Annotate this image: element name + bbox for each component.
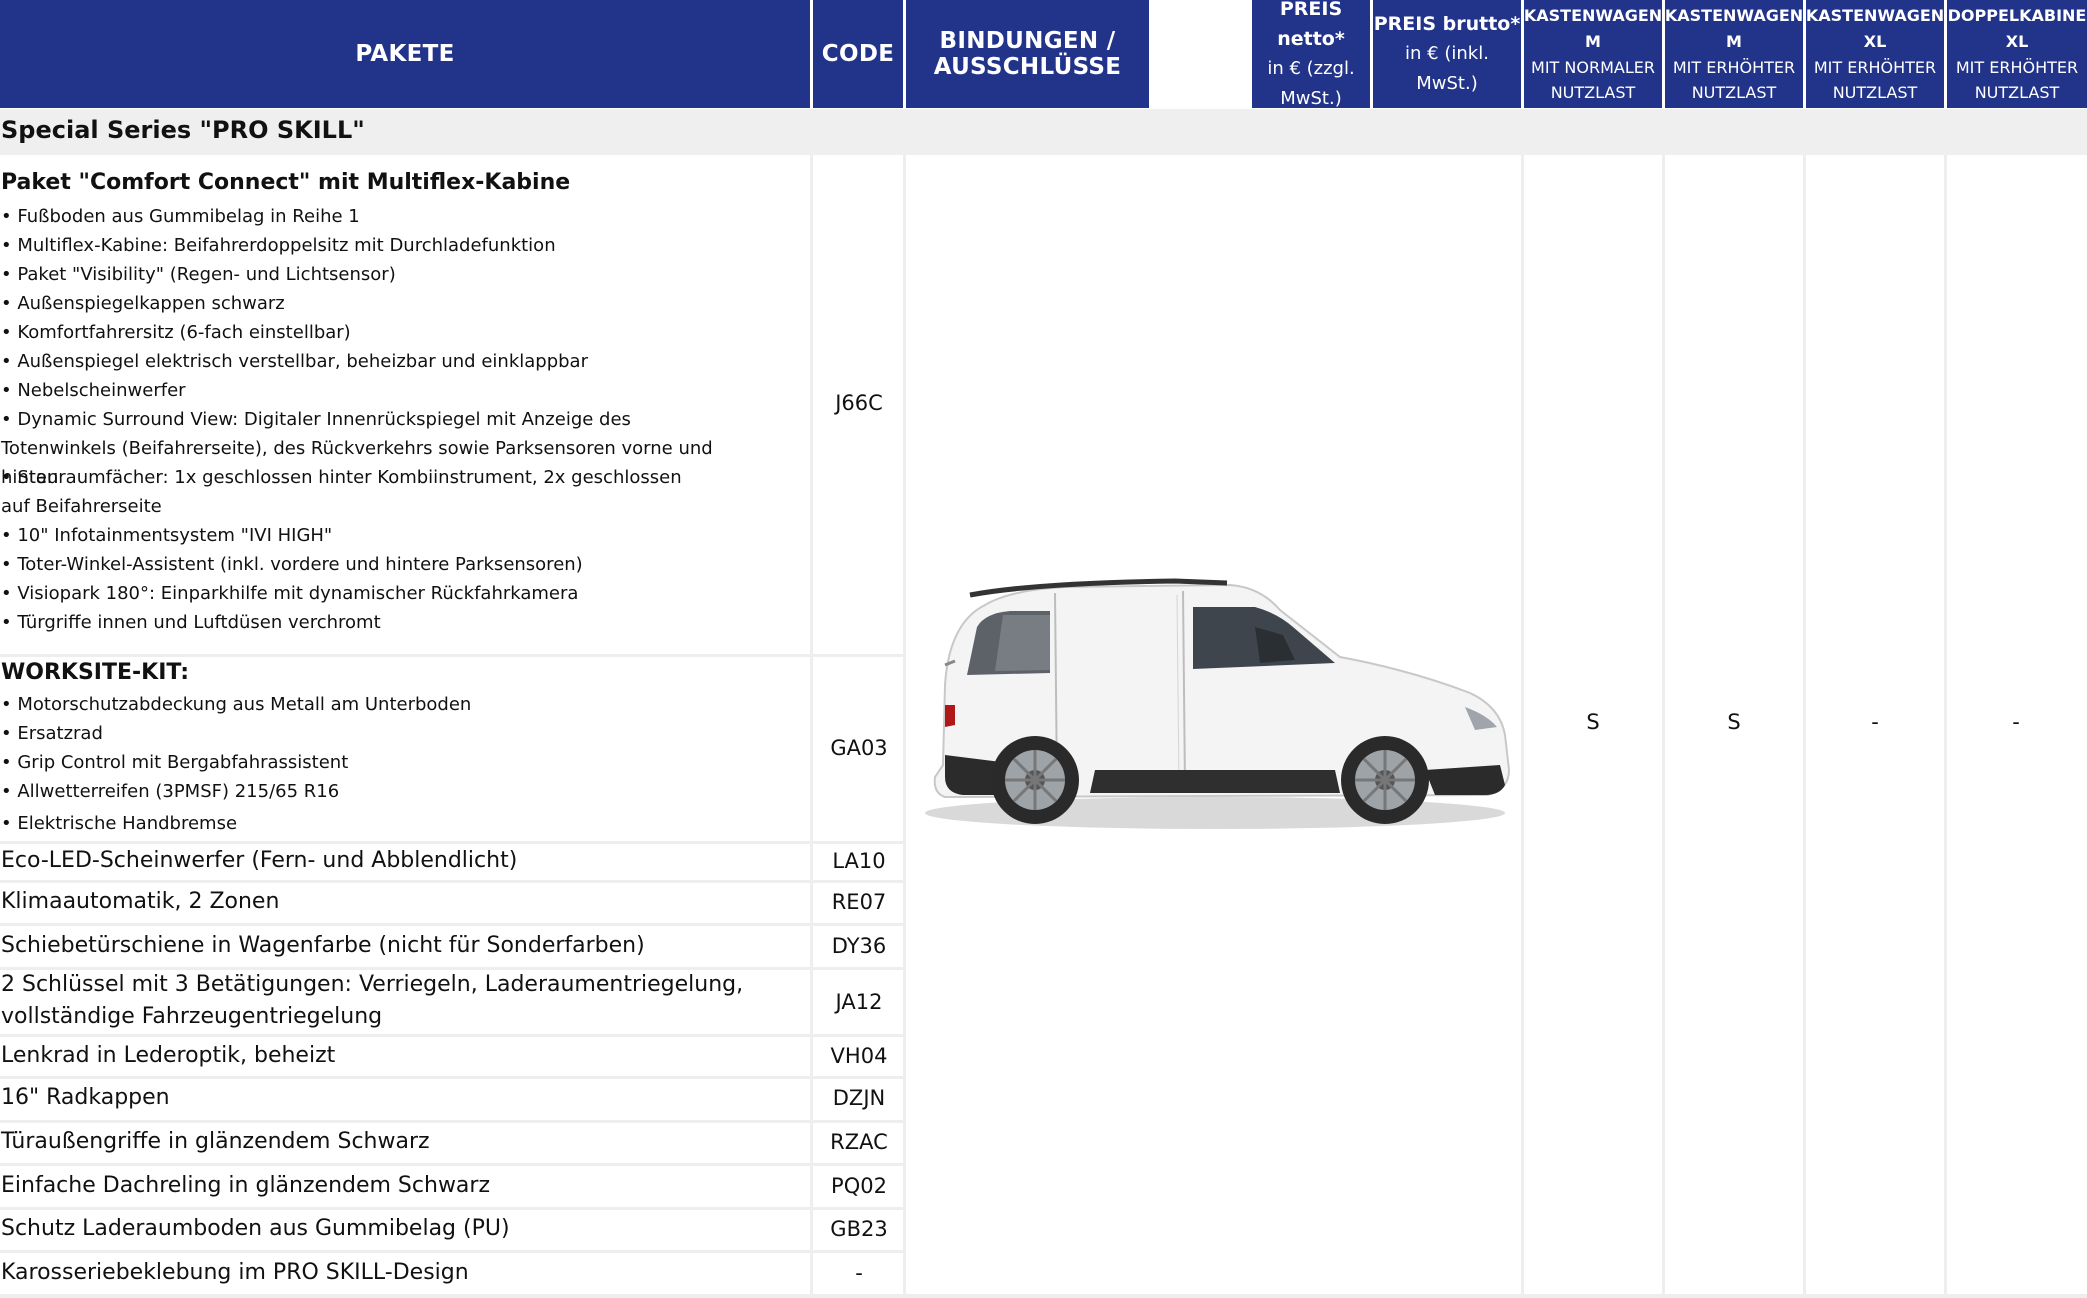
list-item: • Außenspiegel elektrisch verstellbar, b… <box>1 351 588 372</box>
header-bindungen: BINDUNGEN / AUSSCHLÜSSE <box>906 0 1149 108</box>
availability-variant-1: S <box>1586 710 1600 734</box>
availability-variant-3: - <box>1871 710 1879 734</box>
list-item: • Paket "Visibility" (Regen- und Lichtse… <box>1 264 396 285</box>
table-row-code: DY36 <box>831 934 887 958</box>
table-row-label: Lenkrad in Lederoptik, beheizt <box>1 1043 336 1068</box>
list-item: • Nebelscheinwerfer <box>1 380 186 401</box>
preis-brutto-title: PREIS brutto* <box>1373 13 1521 35</box>
row-divider <box>0 1250 904 1253</box>
list-item: • 10" Infotainmentsystem "IVI HIGH" <box>1 525 333 546</box>
variant-2-line3: MIT ERHÖHTER <box>1672 58 1796 77</box>
availability-variant-2: S <box>1727 710 1741 734</box>
package-comfort-title: Paket "Comfort Connect" mit Multiflex-Ka… <box>1 170 571 195</box>
row-divider <box>0 1034 904 1037</box>
table-row-code: - <box>855 1261 863 1285</box>
table-row-label: 2 Schlüssel mit 3 Betätigungen: Verriege… <box>1 972 744 1029</box>
table-bottom-border <box>0 1294 2087 1298</box>
variant-3-line4: NUTZLAST <box>1832 83 1918 102</box>
list-item: • Grip Control mit Bergabfahrassistent <box>1 752 349 773</box>
preis-netto-line1: in € (zzgl. <box>1267 58 1355 79</box>
variant-3-line3: MIT ERHÖHTER <box>1813 58 1937 77</box>
variant-3-line2: XL <box>1863 32 1887 51</box>
list-item: • Fußboden aus Gummibelag in Reihe 1 <box>1 206 360 227</box>
table-row-code: JA12 <box>835 990 883 1014</box>
section-title: Special Series "PRO SKILL" <box>1 116 365 144</box>
van-image <box>925 578 1511 829</box>
table-row-label: 16" Radkappen <box>1 1085 170 1110</box>
table-row-code: GB23 <box>830 1217 888 1241</box>
list-item: • Multiflex-Kabine: Beifahrerdoppelsitz … <box>1 235 556 256</box>
list-item: • Dynamic Surround View: Digitaler Innen… <box>1 409 713 488</box>
header-pakete-label: PAKETE <box>355 41 455 67</box>
header-code-label: CODE <box>821 41 895 67</box>
header-variant-3: KASTENWAGEN XL MIT ERHÖHTER NUTZLAST <box>1806 0 1944 108</box>
variant-1-line3: MIT NORMALER <box>1531 58 1655 77</box>
table-row-label: Karosseriebeklebung im PRO SKILL-Design <box>1 1260 469 1285</box>
table-row-label: Schiebetürschiene in Wagenfarbe (nicht f… <box>1 933 645 958</box>
list-item: • Visiopark 180°: Einparkhilfe mit dynam… <box>1 583 579 604</box>
grid-line <box>903 155 906 1298</box>
preis-netto-title: PREIS netto* <box>1277 0 1345 50</box>
row-divider <box>0 880 904 883</box>
variant-1-line1: KASTENWAGEN <box>1523 6 1663 25</box>
package-worksite-items: • Motorschutzabdeckung aus Metall am Unt… <box>1 690 811 838</box>
header-preis-brutto: PREIS brutto* in € (inkl. MwSt.) <box>1373 0 1521 108</box>
table-row-label: Türaußengriffe in glänzendem Schwarz <box>1 1129 430 1154</box>
header-variant-4: DOPPELKABINE XL MIT ERHÖHTER NUTZLAST <box>1947 0 2087 108</box>
variant-1-line4: NUTZLAST <box>1550 83 1636 102</box>
variant-4-line4: NUTZLAST <box>1974 83 2060 102</box>
header-variant-1: KASTENWAGEN M MIT NORMALER NUTZLAST <box>1524 0 1662 108</box>
list-item: • Motorschutzabdeckung aus Metall am Unt… <box>1 694 472 715</box>
list-item: • Ersatzrad <box>1 723 103 744</box>
row-divider <box>0 1120 904 1123</box>
variant-2-line4: NUTZLAST <box>1691 83 1777 102</box>
table-row-label: Schutz Laderaumboden aus Gummibelag (PU) <box>1 1216 510 1241</box>
row-divider <box>0 841 904 844</box>
row-divider <box>0 654 904 657</box>
variant-3-line1: KASTENWAGEN <box>1805 6 1945 25</box>
variant-4-line2: XL <box>2005 32 2029 51</box>
table-row-code: PQ02 <box>831 1174 887 1198</box>
table-row-code: RZAC <box>830 1130 888 1154</box>
row-divider <box>0 1163 904 1166</box>
list-item: • Elektrische Handbremse <box>1 813 238 834</box>
preis-brutto-line1: in € (inkl. <box>1405 43 1489 64</box>
header-code: CODE <box>813 0 903 108</box>
table-row-code: VH04 <box>830 1044 888 1068</box>
variant-2-line2: M <box>1726 32 1742 51</box>
variant-4-line1: DOPPELKABINE <box>1947 6 2087 25</box>
preis-brutto-line2: MwSt.) <box>1416 73 1478 94</box>
variant-4-line3: MIT ERHÖHTER <box>1955 58 2079 77</box>
row-divider <box>0 1207 904 1210</box>
package-worksite-title: WORKSITE-KIT: <box>1 660 189 685</box>
variant-1-line2: M <box>1585 32 1601 51</box>
table-row-code: DZJN <box>832 1086 886 1110</box>
list-item: • Außenspiegelkappen schwarz <box>1 293 285 314</box>
header-bindungen-label: BINDUNGEN / AUSSCHLÜSSE <box>933 28 1122 80</box>
header-pakete: PAKETE <box>0 0 810 108</box>
package-worksite-code: GA03 <box>830 736 888 760</box>
package-comfort-code: J66C <box>835 391 883 415</box>
list-item: • Stauraumfächer: 1x geschlossen hinter … <box>1 467 682 517</box>
row-divider <box>0 1076 904 1079</box>
table-row-label: Klimaautomatik, 2 Zonen <box>1 889 280 914</box>
table-row-code: LA10 <box>832 849 886 873</box>
row-divider <box>0 923 904 926</box>
header-preis-netto: PREIS netto* in € (zzgl. MwSt.) <box>1252 0 1370 109</box>
package-comfort-items: • Fußboden aus Gummibelag in Reihe 1 • M… <box>1 202 811 637</box>
list-item: • Türgriffe innen und Luftdüsen verchrom… <box>1 612 381 633</box>
availability-variant-4: - <box>2012 710 2020 734</box>
header-variant-2: KASTENWAGEN M MIT ERHÖHTER NUTZLAST <box>1665 0 1803 108</box>
table-row-label: Einfache Dachreling in glänzendem Schwar… <box>1 1173 491 1198</box>
table-row-code: RE07 <box>831 890 887 914</box>
variant-2-line1: KASTENWAGEN <box>1664 6 1804 25</box>
list-item: • Komfortfahrersitz (6-fach einstellbar) <box>1 322 351 343</box>
table-row-label: Eco-LED-Scheinwerfer (Fern- und Abblendl… <box>1 848 518 873</box>
list-item: • Allwetterreifen (3PMSF) 215/65 R16 <box>1 781 340 802</box>
list-item: • Toter-Winkel-Assistent (inkl. vordere … <box>1 554 583 575</box>
